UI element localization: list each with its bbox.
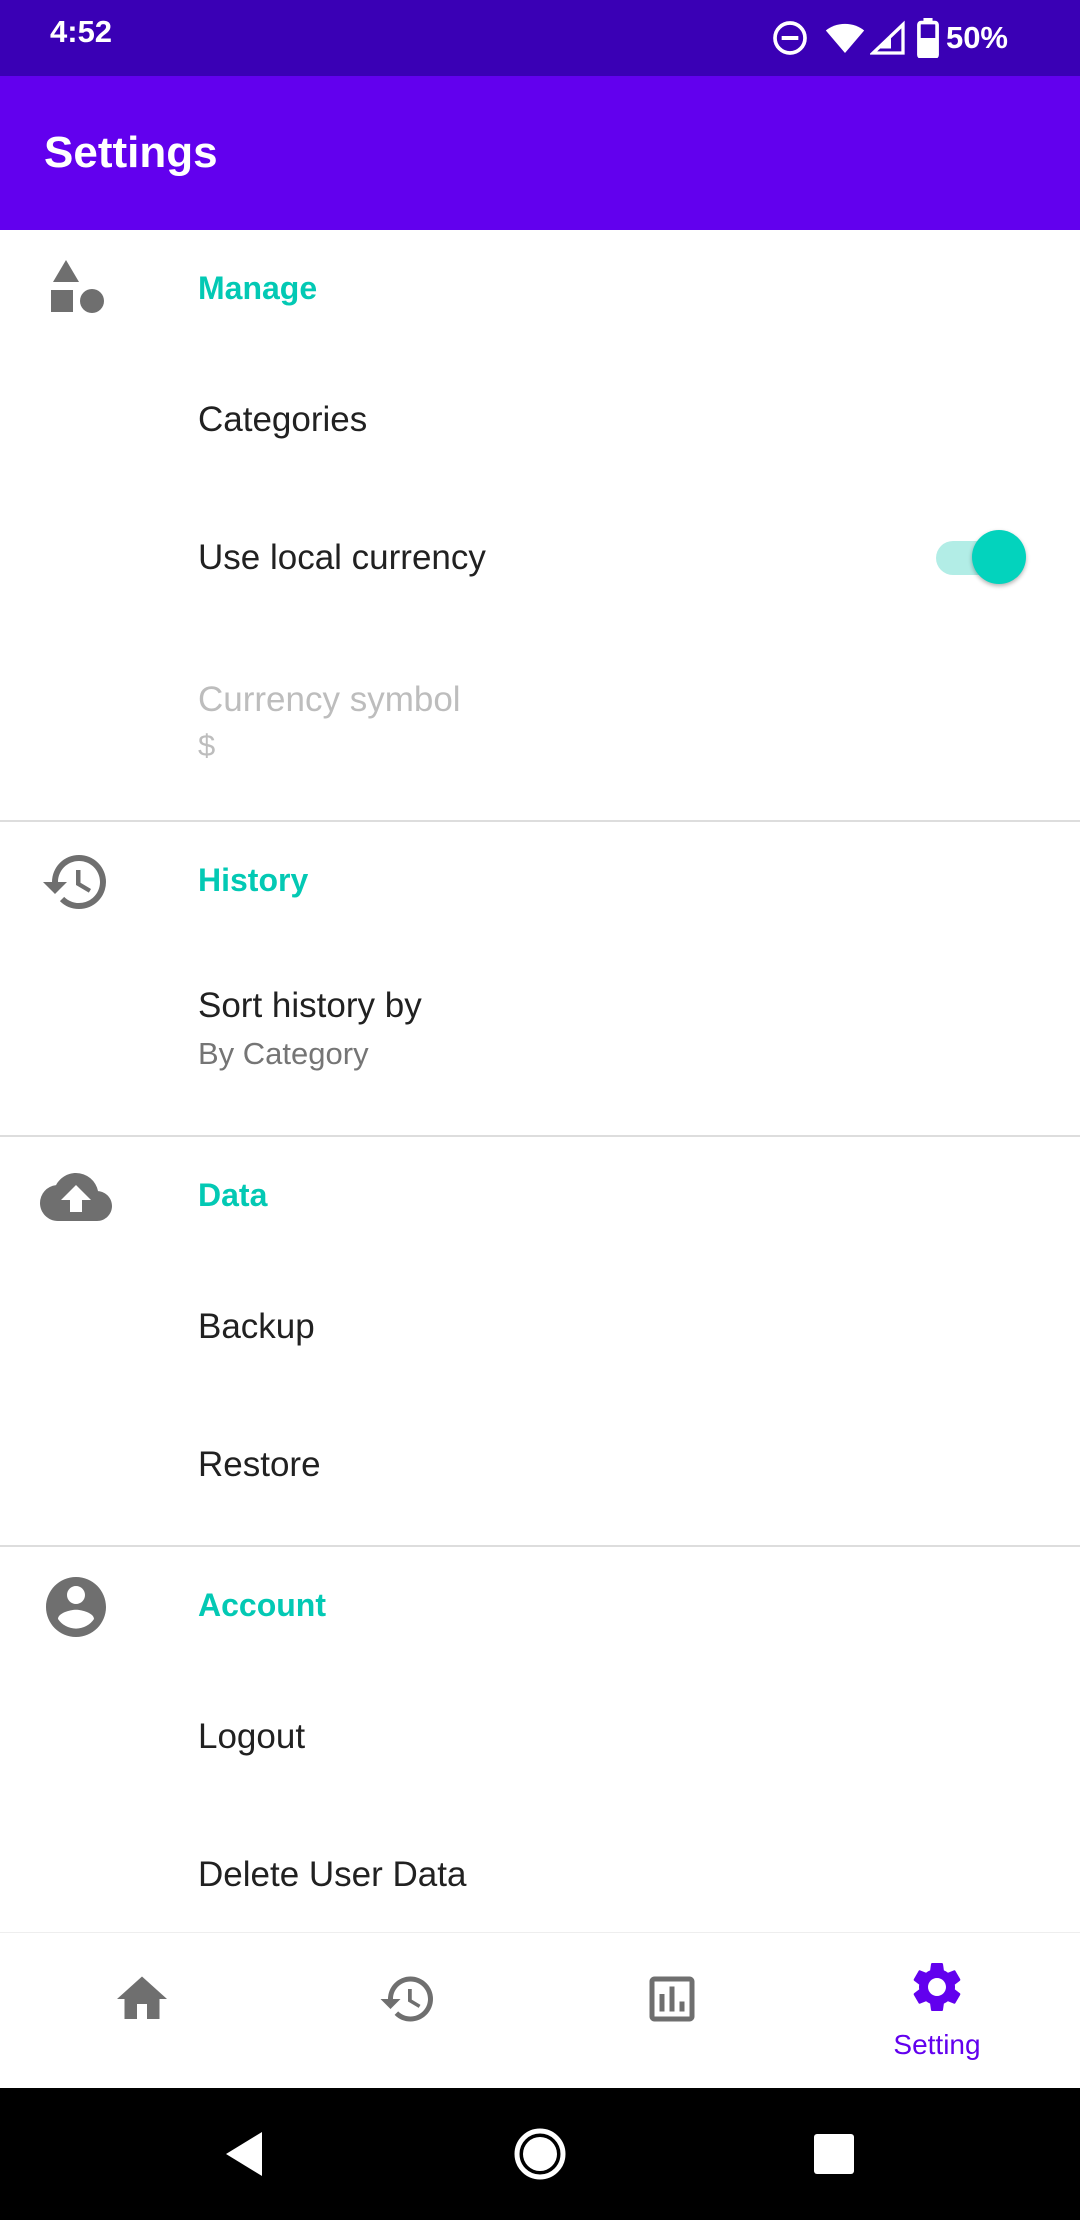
- sort-history-value: By Category: [198, 1036, 369, 1071]
- status-time: 4:52: [50, 14, 113, 49]
- settings-list[interactable]: Manage Categories Use local currency Cur…: [0, 230, 1080, 1932]
- system-navigation-bar: [0, 2088, 1080, 2220]
- nav-item-setting[interactable]: Setting: [802, 1933, 1072, 2089]
- recents-square-icon: [814, 2134, 854, 2174]
- cell-signal-icon: [869, 18, 906, 58]
- delete-user-data-label: Delete User Data: [198, 1855, 467, 1894]
- nav-item-history[interactable]: [273, 1933, 543, 2089]
- categories-label: Categories: [198, 400, 368, 439]
- home-button[interactable]: [508, 2122, 572, 2186]
- status-bar: 4:52 50%: [0, 0, 1080, 76]
- nav-item-home[interactable]: [7, 1933, 277, 2089]
- battery-icon: [916, 18, 940, 58]
- category-shapes-icon: [40, 254, 112, 326]
- currency-symbol-label: Currency symbol: [198, 680, 461, 719]
- recents-button[interactable]: [802, 2122, 866, 2186]
- use-local-currency-label: Use local currency: [198, 538, 486, 577]
- bottom-navigation: Setting: [0, 1932, 1080, 2089]
- currency-symbol-item: Currency symbol $: [0, 626, 1080, 820]
- logout-label: Logout: [198, 1717, 306, 1756]
- sort-history-item[interactable]: Sort history by By Category: [0, 942, 1080, 1122]
- backup-item[interactable]: Backup: [0, 1257, 1080, 1395]
- app-bar: Settings: [0, 76, 1080, 230]
- home-icon: [112, 1969, 172, 2029]
- categories-item[interactable]: Categories: [0, 350, 1080, 488]
- sort-history-label: Sort history by: [198, 986, 422, 1025]
- cloud-upload-icon: [40, 1161, 112, 1233]
- restore-label: Restore: [198, 1445, 321, 1484]
- section-title-account: Account: [198, 1587, 326, 1623]
- section-header-data: Data: [0, 1137, 1080, 1257]
- logout-item[interactable]: Logout: [0, 1667, 1080, 1805]
- back-triangle-icon: [226, 2132, 262, 2176]
- chart-icon: [642, 1969, 702, 2029]
- gear-icon: [907, 1957, 967, 2017]
- restore-item[interactable]: Restore: [0, 1395, 1080, 1533]
- section-title-history: History: [198, 862, 309, 898]
- history-icon: [40, 846, 112, 918]
- page-title: Settings: [44, 128, 218, 177]
- home-circle-icon: [514, 2128, 566, 2180]
- use-local-currency-item[interactable]: Use local currency: [0, 488, 1080, 626]
- nav-label-setting: Setting: [893, 2029, 981, 2060]
- section-title-data: Data: [198, 1177, 268, 1213]
- wifi-icon: [824, 18, 866, 58]
- section-header-manage: Manage: [0, 230, 1080, 350]
- history-icon: [378, 1969, 438, 2029]
- section-header-account: Account: [0, 1547, 1080, 1667]
- do-not-disturb-icon: [770, 18, 810, 58]
- account-circle-icon: [40, 1571, 112, 1643]
- back-button[interactable]: [212, 2122, 276, 2186]
- switch-thumb: [972, 530, 1026, 584]
- section-title-manage: Manage: [198, 270, 318, 306]
- settings-screen: 4:52 50% Settings Manage Categories Use …: [0, 0, 1080, 2220]
- delete-user-data-item[interactable]: Delete User Data: [0, 1805, 1080, 1932]
- backup-label: Backup: [198, 1307, 315, 1346]
- status-icons: 50%: [770, 14, 1008, 62]
- currency-symbol-value: $: [198, 728, 216, 763]
- nav-item-stats[interactable]: [537, 1933, 807, 2089]
- battery-percentage: 50%: [945, 20, 1008, 55]
- use-local-currency-switch[interactable]: [936, 522, 1026, 592]
- section-header-history: History: [0, 822, 1080, 942]
